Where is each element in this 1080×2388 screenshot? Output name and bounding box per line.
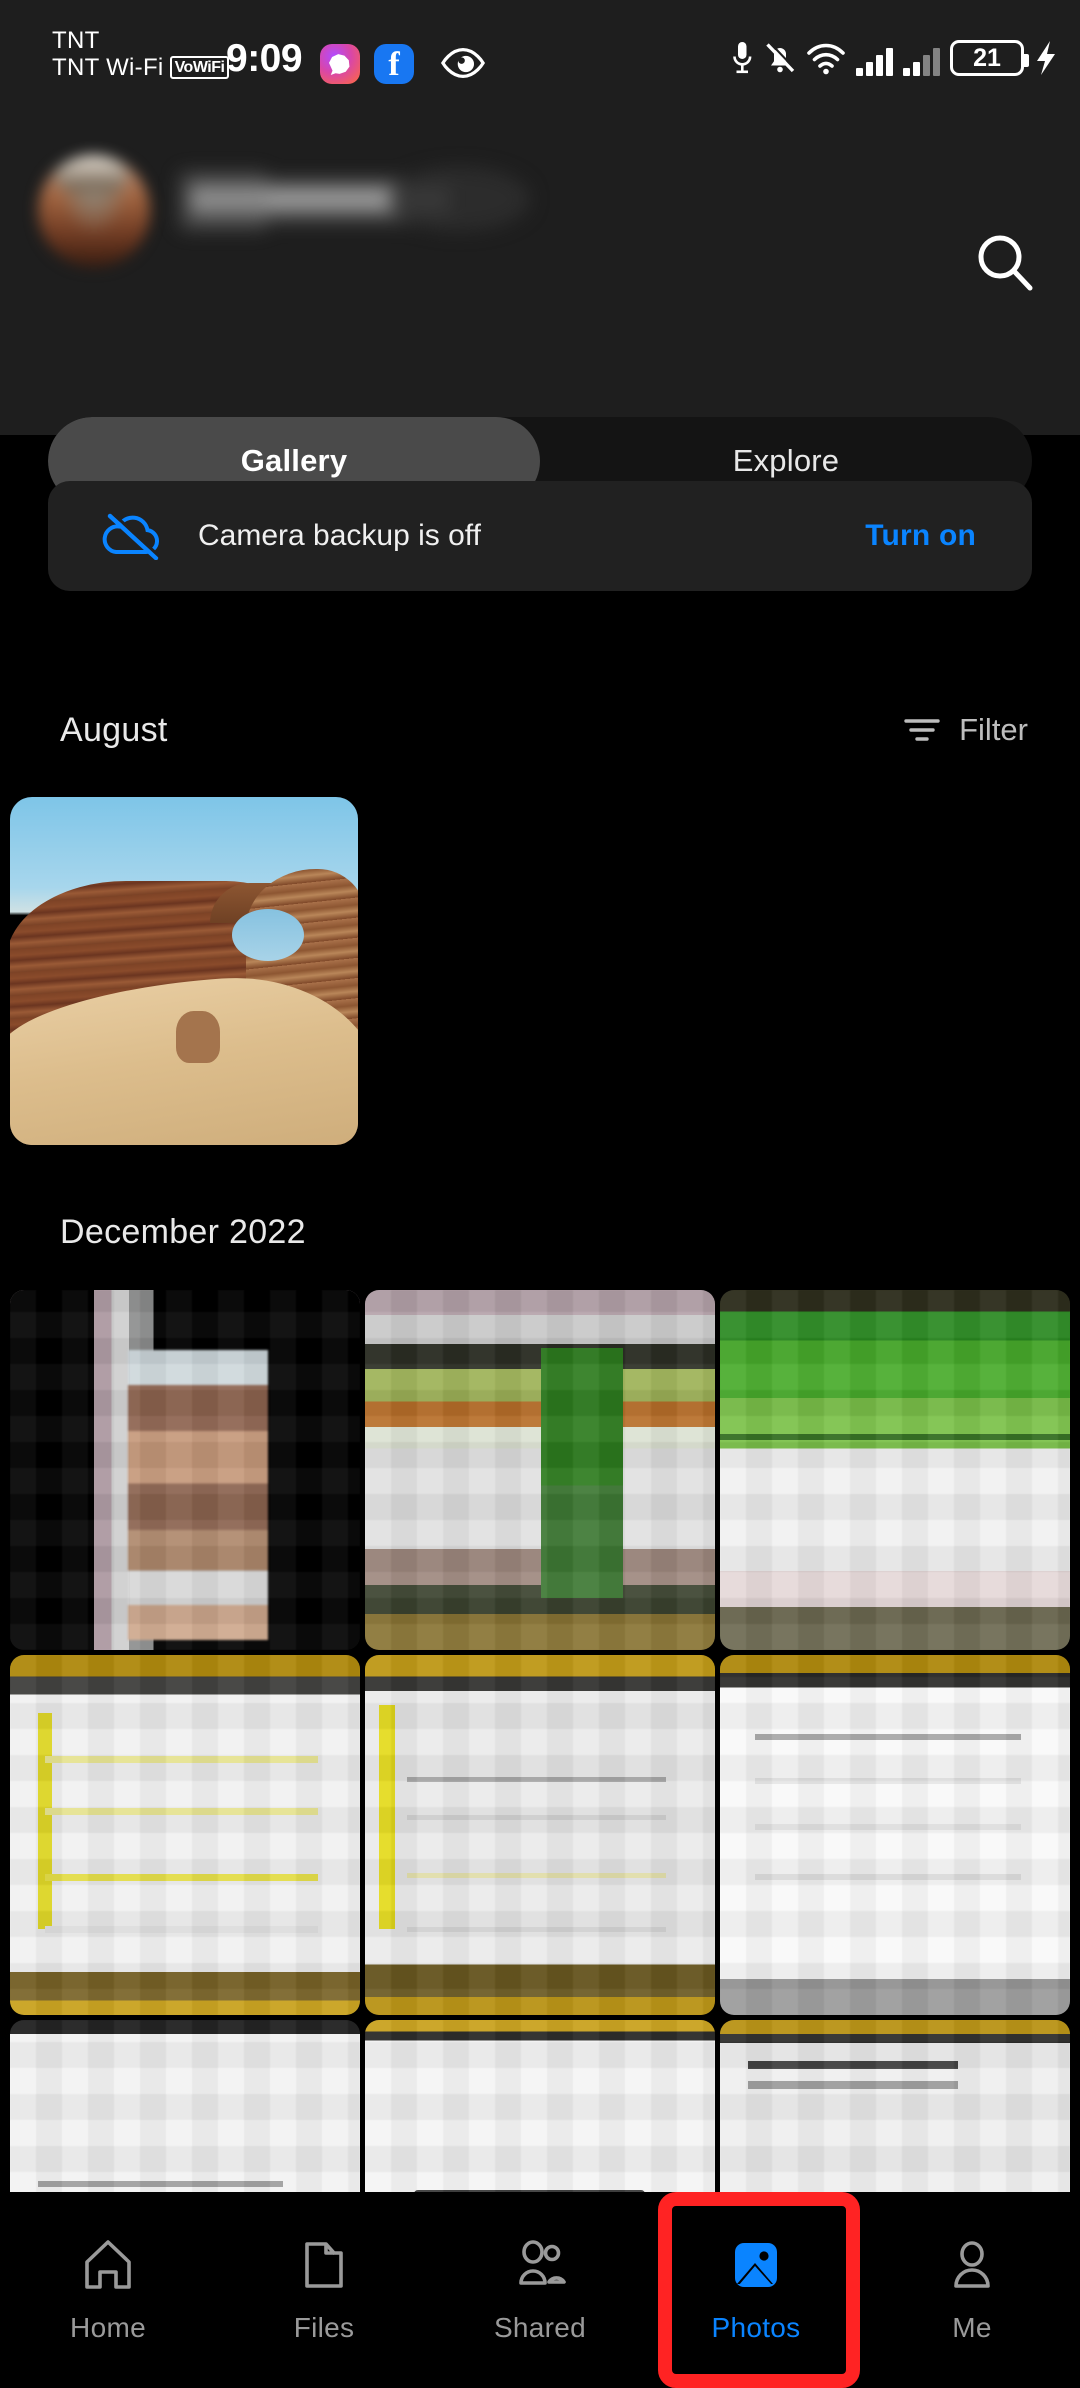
photo-grid-december — [10, 1290, 1070, 2255]
section-title: December 2022 — [60, 1212, 306, 1251]
cloud-off-icon — [102, 512, 161, 560]
status-bar: TNT TNT Wi-Fi VoWiFi 9:09 f 21 — [0, 0, 1080, 105]
photo-thumbnail[interactable] — [720, 1290, 1070, 1650]
status-clock: 9:09 — [226, 37, 303, 80]
nav-label: Photos — [711, 2312, 801, 2343]
nav-label: Files — [293, 2312, 355, 2343]
signal-sim1-icon — [856, 42, 893, 76]
account-name-redacted[interactable] — [178, 167, 530, 231]
bottom-navigation: Home Files Shared Photos Me — [0, 2192, 1080, 2388]
nav-item-home[interactable]: Home — [0, 2192, 216, 2388]
filter-label: Filter — [959, 712, 1028, 747]
section-title: August — [60, 710, 168, 749]
photo-thumbnail[interactable] — [720, 1655, 1070, 2015]
eye-icon — [440, 47, 486, 79]
photo-thumbnail[interactable] — [10, 1290, 360, 1650]
photo-thumbnail[interactable] — [10, 1655, 360, 2015]
vowifi-badge: VoWiFi — [169, 56, 230, 80]
folder-icon — [305, 2242, 343, 2288]
status-indicators: 21 — [730, 40, 1058, 76]
banner-message: Camera backup is off — [198, 519, 481, 552]
nav-label: Home — [70, 2312, 146, 2343]
photo-grid-row — [10, 1290, 1070, 1650]
carrier-label: TNT TNT Wi-Fi VoWiFi — [52, 27, 230, 82]
messenger-icon — [320, 44, 360, 84]
battery-icon: 21 — [950, 40, 1029, 76]
carrier-line-1: TNT — [52, 27, 100, 54]
filter-icon — [904, 719, 940, 741]
home-icon — [85, 2240, 131, 2289]
turn-on-button[interactable]: Turn on — [865, 519, 976, 553]
person-icon — [954, 2241, 990, 2288]
notification-muted-icon — [766, 41, 796, 73]
nav-item-shared[interactable]: Shared — [432, 2192, 648, 2388]
app-header: Gallery Explore — [0, 105, 1080, 505]
search-icon[interactable] — [970, 228, 1040, 298]
nav-item-files[interactable]: Files — [216, 2192, 432, 2388]
photo-thumbnail[interactable] — [365, 1290, 715, 1650]
filter-button[interactable]: Filter — [903, 712, 1028, 748]
app-screen: TNT TNT Wi-Fi VoWiFi 9:09 f 21 Gallery E… — [0, 0, 1080, 2388]
nav-label: Shared — [493, 2312, 587, 2343]
signal-sim2-icon — [903, 42, 940, 76]
photo-thumbnail-desert-arch[interactable] — [10, 797, 358, 1145]
nav-item-me[interactable]: Me — [864, 2192, 1080, 2388]
wifi-calling-icon — [807, 43, 845, 75]
avatar[interactable] — [38, 155, 150, 267]
photo-thumbnail[interactable] — [365, 1655, 715, 2015]
section-header-december: December 2022 — [0, 1202, 1080, 1262]
photo-icon — [735, 2243, 777, 2287]
carrier-line-2: TNT Wi-Fi VoWiFi — [52, 54, 230, 82]
camera-backup-banner[interactable]: Camera backup is off Turn on — [48, 481, 1032, 591]
people-icon — [519, 2240, 566, 2285]
charging-bolt-icon — [1037, 41, 1055, 75]
facebook-icon: f — [374, 44, 414, 84]
photo-grid-row — [10, 1655, 1070, 2015]
nav-label: Me — [952, 2312, 992, 2343]
section-header-august: August Filter — [0, 700, 1080, 760]
carrier-wifi-label: TNT Wi-Fi — [52, 54, 164, 82]
microphone-icon — [733, 42, 752, 74]
nav-item-photos[interactable]: Photos — [648, 2192, 864, 2388]
